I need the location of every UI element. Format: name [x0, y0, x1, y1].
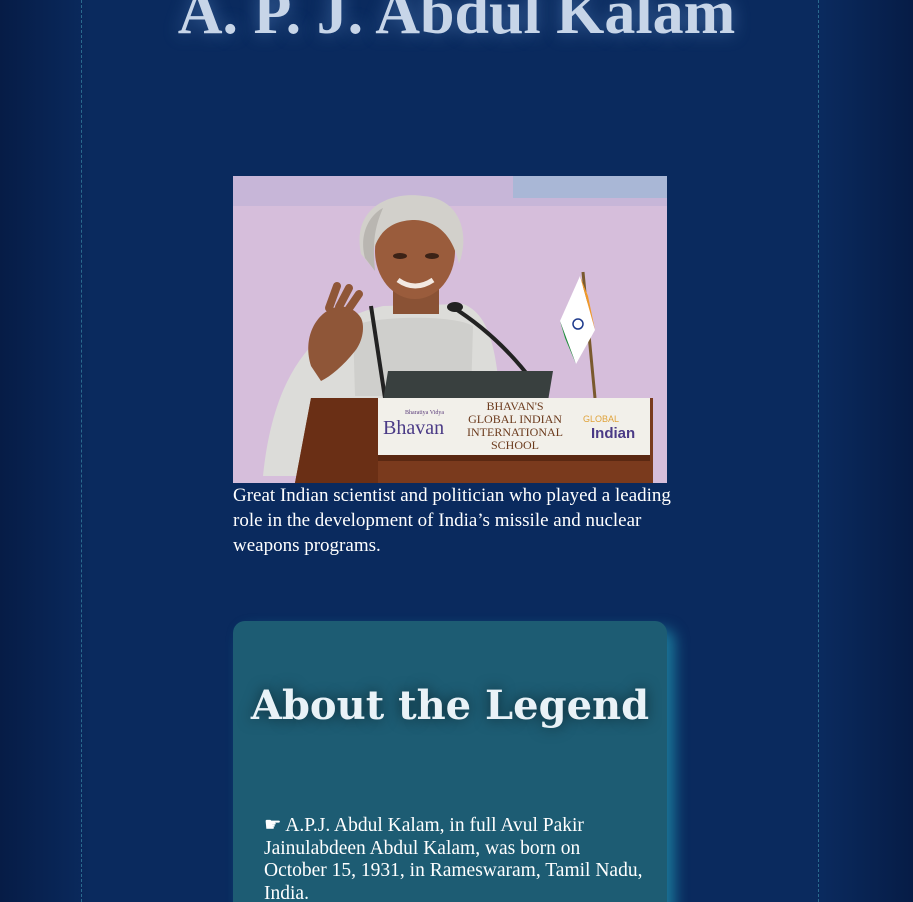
podium-logo-main: Indian	[591, 425, 635, 442]
podium-line-1: BHAVAN'S	[486, 399, 543, 413]
podium-logo-top: GLOBAL	[583, 414, 619, 424]
portrait-image: Bharatiya Vidya Bhavan BHAVAN'S GLOBAL I…	[233, 176, 667, 483]
podium-brand-small: Bharatiya Vidya	[405, 410, 444, 416]
portrait-caption: Great Indian scientist and politician wh…	[233, 485, 671, 556]
podium-line-2: GLOBAL INDIAN	[468, 412, 562, 426]
about-paragraph: ☛ A.P.J. Abdul Kalam, in full Avul Pakir…	[264, 815, 643, 902]
about-card: About the Legend ☛ A.P.J. Abdul Kalam, i…	[233, 621, 667, 902]
podium-line-4: SCHOOL	[491, 438, 539, 452]
about-heading: About the Legend	[250, 682, 650, 729]
podium-line-3: INTERNATIONAL	[467, 425, 563, 439]
podium-brand-large: Bhavan	[383, 417, 444, 439]
page-title: A. P. J. Abdul Kalam	[177, 0, 736, 47]
